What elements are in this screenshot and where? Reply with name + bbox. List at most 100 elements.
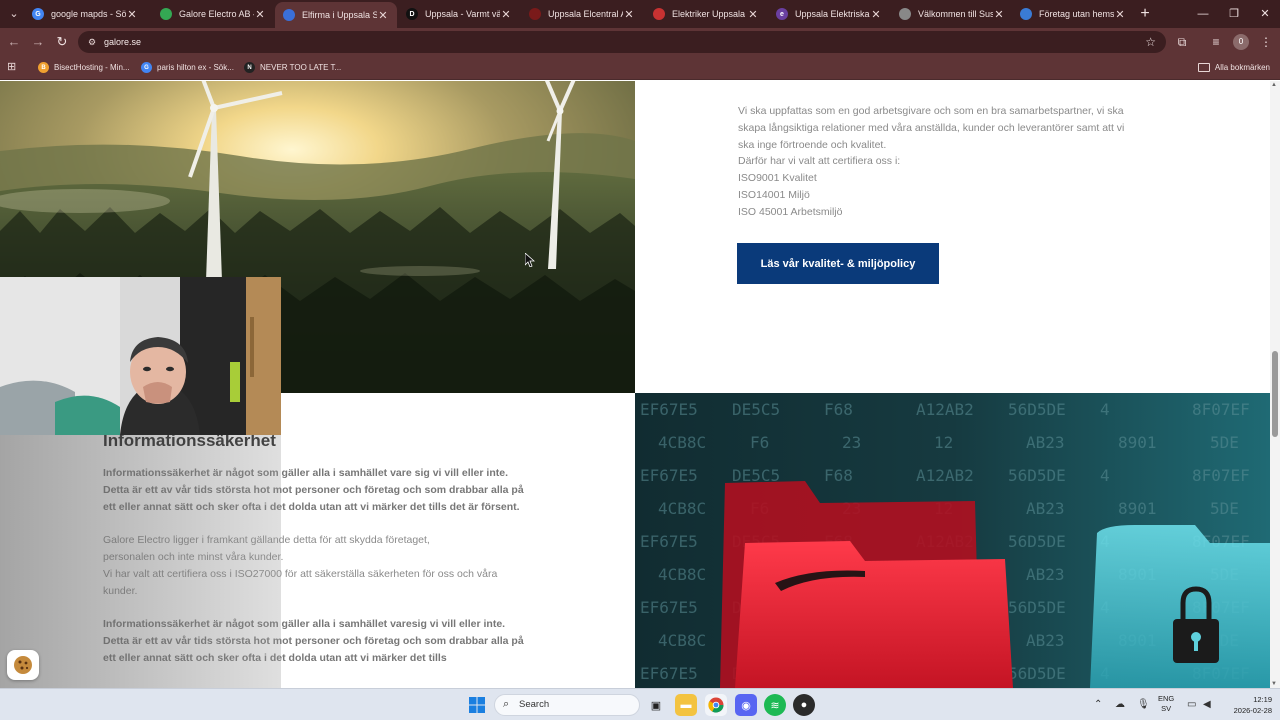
hex-code-text: 4 <box>1100 466 1110 485</box>
all-bookmarks-button[interactable]: Alla bokmärken <box>1197 56 1270 79</box>
hex-code-text: 56D5DE <box>1008 532 1066 551</box>
bookmark-3[interactable]: N NEVER TOO LATE T... <box>244 56 341 79</box>
app-icon[interactable]: ● <box>793 694 815 716</box>
tab-2[interactable]: Galore Electro AB – C✕ <box>152 0 274 28</box>
tab-8[interactable]: Välkommen till Sushi✕ <box>891 0 1013 28</box>
infosec-paragraph-line-1: Galore Electro ligger i framkant gälland… <box>103 534 430 547</box>
scroll-up-arrow[interactable]: ▲ <box>1271 82 1277 88</box>
infosec-body: Informationssäkerhet är något som gäller… <box>103 465 533 667</box>
tray-app-icon[interactable]: ☁ <box>1115 689 1125 720</box>
file-explorer-icon[interactable]: ▬ <box>675 694 697 716</box>
hex-code-text: 56D5DE <box>1008 466 1066 485</box>
taskbar-search[interactable]: ⌕ Search <box>494 694 640 716</box>
tab-title: Företag utan hemsid <box>1039 9 1114 19</box>
all-bookmarks-label: Alla bokmärken <box>1214 63 1270 72</box>
hex-code-text: F6 <box>750 433 769 452</box>
tray-overflow-icon[interactable]: ⌃ <box>1094 689 1102 720</box>
back-button[interactable]: ← <box>4 32 24 52</box>
language-indicator[interactable]: ENG SV <box>1158 694 1174 714</box>
menu-icon[interactable]: ⋮ <box>1256 32 1276 52</box>
tab-title: Uppsala - Varmt välk <box>425 9 500 19</box>
profile-avatar[interactable]: 0 <box>1233 34 1249 50</box>
bookmark-label: NEVER TOO LATE T... <box>260 63 342 72</box>
apps-grid-icon[interactable]: ⊞ <box>7 61 19 73</box>
volume-icon[interactable]: ◀ <box>1203 689 1211 720</box>
task-view-icon[interactable]: ▣ <box>645 694 667 716</box>
clock-time: 12:19 <box>1253 695 1272 704</box>
scroll-down-arrow[interactable]: ▼ <box>1271 681 1277 687</box>
windows-start-icon[interactable] <box>469 697 485 713</box>
infosec-paragraph-line-3: Vi har valt att certifiera oss i ISO2700… <box>103 567 498 597</box>
close-tab-icon[interactable]: ✕ <box>993 8 1005 21</box>
extensions-icon[interactable]: ⧉ <box>1172 32 1192 52</box>
tab-strip: ⌄ Ggoogle mapds - Sök ✕ Galore Electro AB … <box>0 0 1280 28</box>
discord-icon[interactable]: ◉ <box>735 694 757 716</box>
cookie-settings-button[interactable] <box>7 650 39 680</box>
bookmark-1[interactable]: B BisectHosting - Min... <box>38 56 130 79</box>
bookmark-favicon-icon: N <box>244 62 255 73</box>
infosec-paragraph-line-2: personalen och inte minst våra kunder. <box>103 550 284 563</box>
minimize-button[interactable]: — <box>1187 0 1219 28</box>
media-control-icon[interactable]: ≡ <box>1206 32 1226 52</box>
url-text[interactable]: galore.se <box>104 31 141 53</box>
intro-line-1: Vi ska uppfattas som en god arbetsgivare… <box>738 105 1124 117</box>
system-clock[interactable]: 12:19 2026-02-28 <box>1222 694 1272 716</box>
page-favicon-icon <box>529 8 541 20</box>
hex-code-text: 56D5DE <box>1008 664 1066 683</box>
close-tab-icon[interactable]: ✕ <box>1114 8 1126 21</box>
search-icon: ⌕ <box>503 698 510 710</box>
tab-5[interactable]: Uppsala Elcentral AB✕ <box>521 0 643 28</box>
iso-14001-line: ISO14001 Miljö <box>738 188 810 201</box>
close-tab-icon[interactable]: ✕ <box>623 8 635 21</box>
folder-icon <box>1197 63 1210 72</box>
spotify-icon[interactable]: ≋ <box>764 694 786 716</box>
bookmark-star-icon[interactable]: ☆ <box>1145 31 1156 53</box>
new-tab-button[interactable]: + <box>1135 4 1155 24</box>
globe-favicon-icon <box>899 8 911 20</box>
bookmark-2[interactable]: Gparis hilton ex - Sök... <box>141 56 234 79</box>
tab-title: Uppsala Elcentral AB <box>548 9 623 19</box>
hex-code-text: EF67E5 <box>640 532 698 551</box>
generic-favicon-icon <box>283 9 295 21</box>
tab-1[interactable]: Ggoogle mapds - Sök ✕ <box>24 0 146 28</box>
tab-4[interactable]: D Uppsala - Varmt välk ✕ <box>398 0 520 28</box>
mouse-cursor <box>525 253 535 267</box>
close-window-button[interactable]: ✕ <box>1249 0 1280 28</box>
forward-button[interactable]: → <box>28 32 48 52</box>
hex-code-text: A12AB2 <box>916 400 974 419</box>
page-favicon-icon <box>1020 8 1032 20</box>
bookmark-label: paris hilton ex - Sök... <box>157 63 234 72</box>
reload-button[interactable]: ↻ <box>52 32 72 52</box>
close-tab-icon[interactable]: ✕ <box>747 8 759 21</box>
hex-code-text: 8901 <box>1118 433 1157 452</box>
tab-search-button[interactable]: ⌄ <box>4 4 24 24</box>
hex-code-text: 8F07EF <box>1192 466 1250 485</box>
hex-code-text: 8901 <box>1118 499 1157 518</box>
close-tab-icon[interactable]: ✕ <box>500 8 512 21</box>
close-tab-icon[interactable]: ✕ <box>126 8 138 21</box>
site-info-icon[interactable]: ⚙ <box>86 36 98 48</box>
hex-code-text: 5DE <box>1210 499 1239 518</box>
close-tab-icon[interactable]: ✕ <box>254 8 266 21</box>
page-scrollbar[interactable]: ▲ ▼ <box>1270 81 1280 688</box>
close-tab-icon[interactable]: ✕ <box>377 9 389 22</box>
tab-6[interactable]: Elektriker Uppsala - E✕ <box>645 0 767 28</box>
chrome-taskbar-icon[interactable] <box>705 694 727 716</box>
infosec-bold-paragraph-2: Informationssäkerhet är något som gäller… <box>103 618 506 631</box>
browser-toolbar: ← → ↻ ⚙ galore.se ☆ ⧉ ≡ 0 ⋮ <box>0 28 1280 56</box>
tab-title: google mapds - Sök <box>51 9 126 19</box>
quality-intro-text: Vi ska uppfattas som en god arbetsgivare… <box>738 81 1178 221</box>
maximize-button[interactable]: ❐ <box>1218 0 1250 28</box>
quality-policy-button[interactable]: Läs vår kvalitet- & miljöpolicy <box>737 243 939 284</box>
tab-3[interactable]: Elfirma i Uppsala Sto✕ <box>275 2 397 28</box>
hex-code-text: AB23 <box>1026 565 1065 584</box>
microphone-icon[interactable]: 🎙 <box>1137 689 1150 720</box>
scroll-thumb[interactable] <box>1272 351 1278 437</box>
tab-7[interactable]: e Uppsala Elektriska | e✕ <box>768 0 890 28</box>
infosec-bold-paragraph: Informationssäkerhet är något som gäller… <box>103 467 524 513</box>
tab-9[interactable]: Företag utan hemsid ✕ <box>1012 0 1134 28</box>
hex-code-text: 4CB8C <box>658 499 706 518</box>
close-tab-icon[interactable]: ✕ <box>870 8 882 21</box>
address-bar[interactable]: ⚙ galore.se ☆ <box>78 31 1166 53</box>
network-icon[interactable]: ▭ <box>1187 689 1196 720</box>
